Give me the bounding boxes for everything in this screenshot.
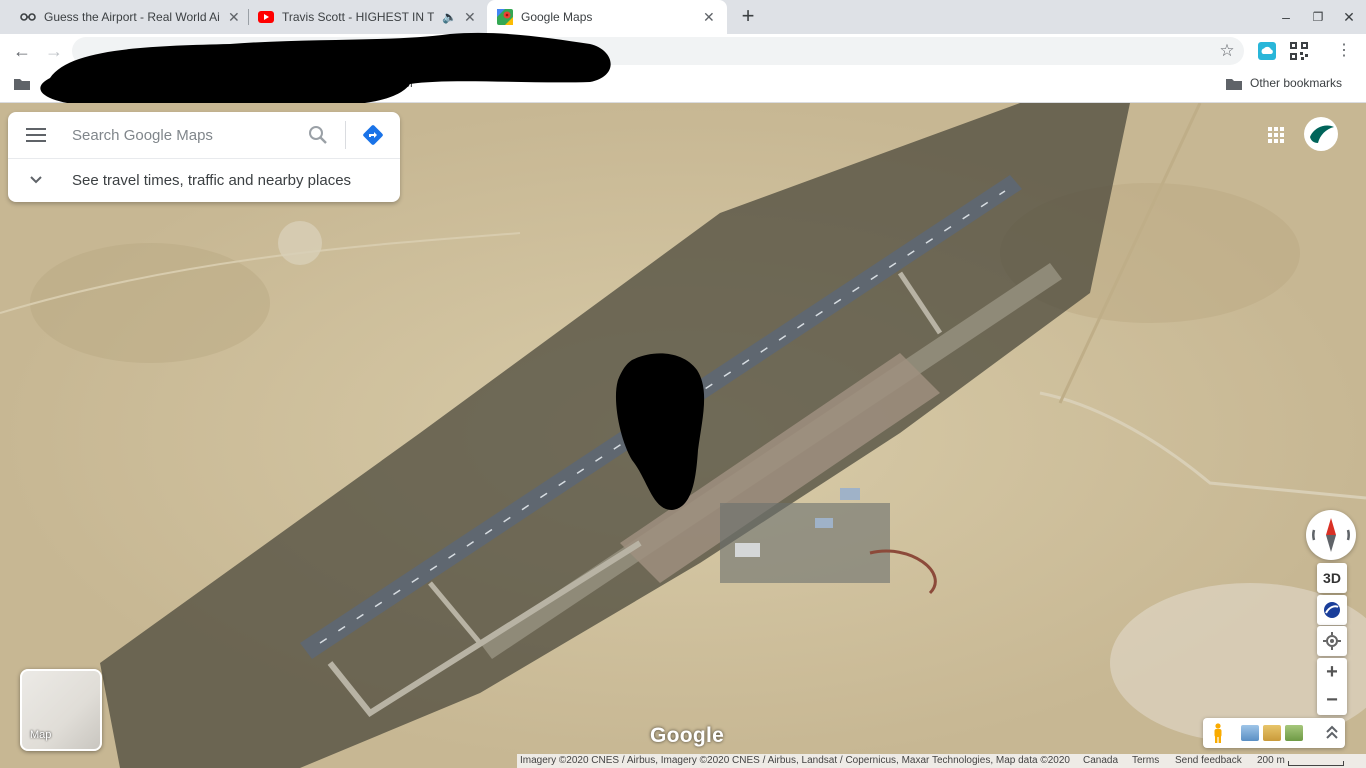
layer-strip: [1203, 718, 1345, 748]
expand-up-icon[interactable]: [1325, 725, 1339, 741]
glasses-icon: [20, 9, 36, 25]
restore-icon[interactable]: ❐: [1309, 8, 1327, 26]
google-maps-icon: [497, 9, 513, 25]
search-card: Search Google Maps See travel times, tra…: [8, 112, 400, 202]
scale-label[interactable]: 200 m: [1257, 755, 1285, 766]
folder-icon[interactable]: [1226, 77, 1242, 90]
map-layer-toggle[interactable]: Map: [20, 669, 102, 751]
close-tab-icon[interactable]: ✕: [228, 9, 240, 26]
map-layer-label: Map: [30, 729, 52, 741]
send-feedback-link[interactable]: Send feedback: [1175, 755, 1242, 766]
country-link[interactable]: Canada: [1083, 755, 1118, 766]
tab-title: Guess the Airport - Real World Ai: [44, 10, 220, 24]
imagery-attribution: Imagery ©2020 CNES / Airbus, Imagery ©20…: [520, 755, 1070, 766]
travel-times-label: See travel times, traffic and nearby pla…: [72, 172, 352, 189]
zoom-control: + −: [1317, 658, 1347, 715]
bookmark-star-icon[interactable]: ☆: [1216, 40, 1238, 62]
other-bookmarks-link[interactable]: Other bookmarks: [1250, 76, 1342, 90]
compass-control[interactable]: [1306, 510, 1356, 560]
globe-view-icon[interactable]: [1317, 595, 1347, 625]
qr-code-icon[interactable]: [1290, 42, 1308, 60]
my-location-icon[interactable]: [1317, 626, 1347, 656]
search-icon[interactable]: [308, 125, 328, 145]
transit-layer-thumbnail[interactable]: [1241, 725, 1259, 741]
speaker-icon[interactable]: 🔈: [442, 10, 457, 24]
attribution-bar: Imagery ©2020 CNES / Airbus, Imagery ©20…: [517, 754, 1366, 768]
close-tab-icon[interactable]: ✕: [703, 9, 715, 26]
tab-separator: [248, 9, 249, 25]
folder-icon[interactable]: [14, 77, 30, 90]
directions-icon[interactable]: [362, 124, 384, 146]
search-row: Search Google Maps: [8, 112, 400, 158]
redaction-scribble: [615, 353, 705, 510]
zoom-out-button[interactable]: −: [1317, 686, 1347, 714]
account-avatar[interactable]: [1304, 117, 1338, 151]
cloud-extension-icon[interactable]: [1258, 42, 1276, 60]
divider: [345, 121, 346, 149]
tab-title: Travis Scott - HIGHEST IN TH: [282, 10, 434, 24]
biking-layer-thumbnail[interactable]: [1285, 725, 1303, 741]
minimize-icon[interactable]: –: [1277, 8, 1295, 26]
travel-times-row[interactable]: See travel times, traffic and nearby pla…: [8, 159, 400, 202]
close-tab-icon[interactable]: ✕: [464, 9, 476, 26]
pegman-icon[interactable]: [1211, 723, 1225, 743]
search-input[interactable]: Search Google Maps: [72, 127, 213, 144]
apps-grid-icon[interactable]: [1266, 125, 1286, 145]
scale-bar: [1288, 761, 1344, 766]
zoom-in-button[interactable]: +: [1317, 658, 1347, 686]
tab-title: Google Maps: [521, 10, 593, 24]
terrain-layer-thumbnail[interactable]: [1263, 725, 1281, 741]
redaction-scribble: [40, 32, 611, 109]
browser-menu-icon[interactable]: ⋮: [1336, 42, 1352, 60]
chevron-down-icon: [28, 172, 44, 188]
tilt-3d-button[interactable]: 3D: [1317, 563, 1347, 593]
window-close-icon[interactable]: ✕: [1340, 8, 1358, 26]
terms-link[interactable]: Terms: [1132, 755, 1159, 766]
new-tab-button[interactable]: +: [738, 5, 758, 27]
hamburger-menu-icon[interactable]: [26, 127, 46, 143]
youtube-icon: [258, 9, 274, 25]
google-logo: Google: [650, 724, 725, 747]
